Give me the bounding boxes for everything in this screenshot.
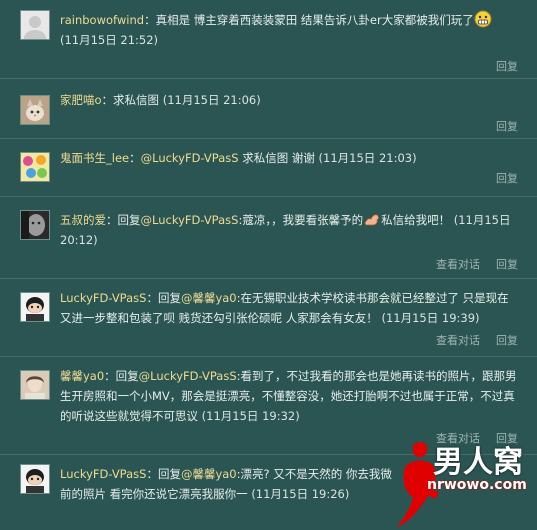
avatar[interactable] — [20, 210, 50, 240]
user-mention[interactable]: @LuckyFD-VPasS — [141, 151, 239, 165]
comment-item: 五叔的爱：回复@LuckyFD-VPasS:蔻凉，，我要看张馨予的 私信给我吧！ … — [0, 210, 537, 279]
grin-emoji-icon — [474, 10, 492, 28]
comment-separator: ： — [144, 13, 156, 27]
comment-actions: 查看对话 回复 — [420, 256, 518, 272]
comment-prefix: ：回复 — [146, 291, 181, 305]
logo-url: nrwowo.com — [427, 477, 527, 493]
comment-prefix: ：回复 — [146, 467, 181, 481]
site-watermark-logo: 男人窝 nrwowo.com — [395, 437, 537, 530]
comment-username[interactable]: 家肥喵o — [60, 93, 102, 107]
cat-avatar-icon — [21, 96, 49, 124]
comment-username[interactable]: 五叔的爱 — [60, 213, 106, 227]
comment-item: LuckyFD-VPasS：回复@馨馨ya0:在无锡职业技术学校读书那会就已经整… — [0, 288, 537, 357]
comment-prefix: ：回复 — [106, 213, 141, 227]
comment-body: 家肥喵o：求私信图 (11月15日 21:06) — [60, 90, 520, 110]
comment-text-continued: 前的照片 看完你还说它漂亮我服你一 — [60, 487, 248, 501]
comment-text-continued: 私信给我吧！ — [381, 213, 451, 227]
reply-link[interactable]: 回复 — [496, 258, 518, 271]
reply-link[interactable]: 回复 — [496, 172, 518, 185]
comment-username[interactable]: 馨馨ya0 — [60, 369, 104, 383]
view-conversation-link[interactable]: 查看对话 — [436, 334, 480, 347]
comment-actions: 查看对话 回复 — [420, 332, 518, 348]
comment-text: :蔻凉，，我要看张馨予的 — [238, 213, 364, 227]
comment-item: 鬼面书生_lee：@LuckyFD-VPasS 求私信图 谢谢 (11月15日 … — [0, 148, 537, 197]
comment-prefix: ：回复 — [104, 369, 139, 383]
comment-time: (11月15日 19:26) — [251, 487, 350, 501]
comment-time: (11月15日 19:39) — [381, 311, 480, 325]
comment-text: 求私信图 谢谢 — [238, 151, 315, 165]
comment-time: (11月15日 21:52) — [60, 33, 159, 47]
avatar[interactable] — [20, 292, 50, 322]
strong-arm-emoji-icon — [364, 214, 379, 226]
comment-actions: 回复 — [480, 118, 518, 134]
comment-body: 五叔的爱：回复@LuckyFD-VPasS:蔻凉，，我要看张馨予的 私信给我吧！ … — [60, 210, 520, 250]
avatar[interactable] — [20, 152, 50, 182]
view-conversation-link[interactable]: 查看对话 — [436, 258, 480, 271]
user-mention[interactable]: @馨馨ya0 — [181, 291, 237, 305]
user-mention[interactable]: @馨馨ya0 — [181, 467, 237, 481]
comment-separator: ： — [129, 151, 141, 165]
comment-text: :漂亮? 又不是天然的 你去我微 — [236, 467, 392, 481]
dark-portrait-avatar-icon — [21, 211, 49, 239]
user-mention[interactable]: @LuckyFD-VPasS — [141, 213, 239, 227]
comment-time: (11月15日 21:06) — [162, 93, 261, 107]
comment-text: 真相是 博主穿着西装装蒙田 结果告诉八卦er大家都被我们玩了 — [155, 13, 474, 27]
comment-body: 馨馨ya0：回复@LuckyFD-VPasS:看到了，不过我看的那会也是她再读书… — [60, 366, 520, 426]
comment-body: LuckyFD-VPasS：回复@馨馨ya0:漂亮? 又不是天然的 你去我微 前… — [60, 464, 410, 504]
comment-username[interactable]: LuckyFD-VPasS — [60, 467, 146, 481]
photo-avatar-icon — [21, 371, 49, 399]
comment-item: rainbowofwind：真相是 博主穿着西装装蒙田 结果告诉八卦er大家都被… — [0, 10, 537, 79]
comment-time: (11月15日 21:03) — [318, 151, 417, 165]
comment-username[interactable]: LuckyFD-VPasS — [60, 291, 146, 305]
cartoon-avatar-icon — [21, 465, 49, 493]
comment-separator: ： — [101, 93, 114, 107]
comment-actions: 回复 — [480, 170, 518, 186]
reply-link[interactable]: 回复 — [496, 60, 518, 73]
user-mention[interactable]: @LuckyFD-VPasS — [139, 369, 237, 383]
cartoon-avatar-icon — [21, 293, 49, 321]
comment-body: LuckyFD-VPasS：回复@馨馨ya0:在无锡职业技术学校读书那会就已经整… — [60, 288, 520, 328]
comment-username[interactable]: 鬼面书生_lee — [60, 151, 129, 165]
colorful-avatar-icon — [21, 153, 49, 181]
reply-link[interactable]: 回复 — [496, 334, 518, 347]
comment-body: 鬼面书生_lee：@LuckyFD-VPasS 求私信图 谢谢 (11月15日 … — [60, 148, 520, 168]
default-avatar-icon — [21, 11, 49, 39]
avatar[interactable] — [20, 10, 50, 40]
reply-link[interactable]: 回复 — [496, 120, 518, 133]
comment-item: 家肥喵o：求私信图 (11月15日 21:06) 回复 — [0, 90, 537, 139]
comment-time: (11月15日 19:32) — [201, 409, 300, 423]
avatar[interactable] — [20, 95, 50, 125]
comment-body: rainbowofwind：真相是 博主穿着西装装蒙田 结果告诉八卦er大家都被… — [60, 10, 520, 50]
comment-username[interactable]: rainbowofwind — [60, 13, 144, 27]
logo-title: 男人窝 — [433, 445, 523, 480]
comment-actions: 回复 — [480, 58, 518, 74]
comment-text: 求私信图 — [113, 93, 160, 107]
avatar[interactable] — [20, 464, 50, 494]
avatar[interactable] — [20, 370, 50, 400]
